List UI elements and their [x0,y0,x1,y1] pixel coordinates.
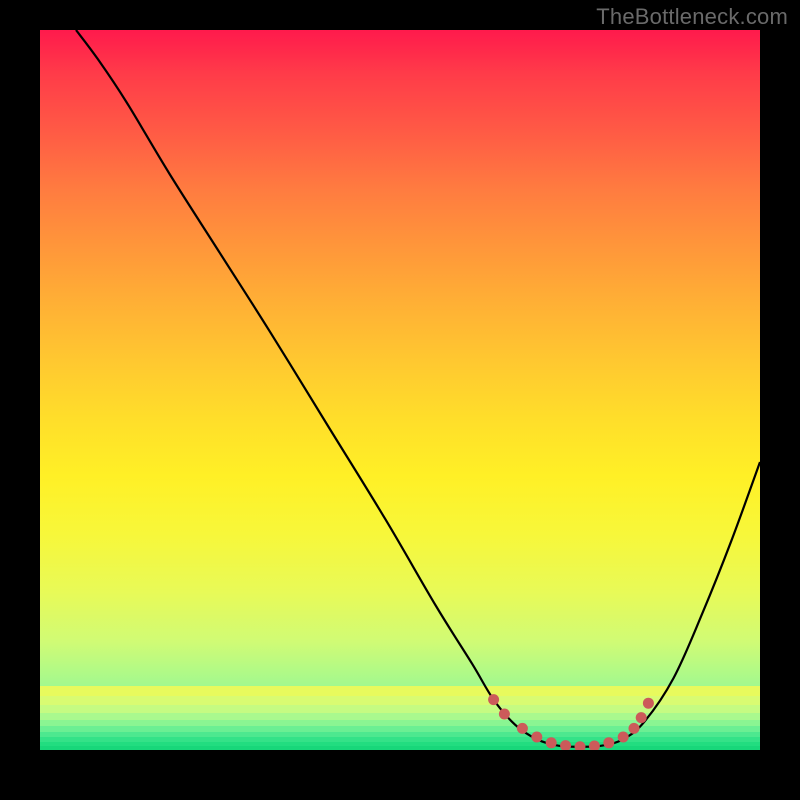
marker-dot [629,723,640,734]
marker-dot [618,732,629,743]
marker-dot [499,709,510,720]
marker-dot [575,741,586,750]
marker-dot [603,737,614,748]
marker-dot [643,698,654,709]
marker-dot [546,737,557,748]
chart-container: TheBottleneck.com [0,0,800,800]
marker-dot [517,723,528,734]
plot-area [40,30,760,750]
marker-dot [560,740,571,750]
marker-dot [531,732,542,743]
marker-group [488,694,654,750]
marker-dot [589,741,600,750]
marker-dot [488,694,499,705]
marker-layer [40,30,760,750]
watermark-text: TheBottleneck.com [596,4,788,30]
marker-dot [636,712,647,723]
